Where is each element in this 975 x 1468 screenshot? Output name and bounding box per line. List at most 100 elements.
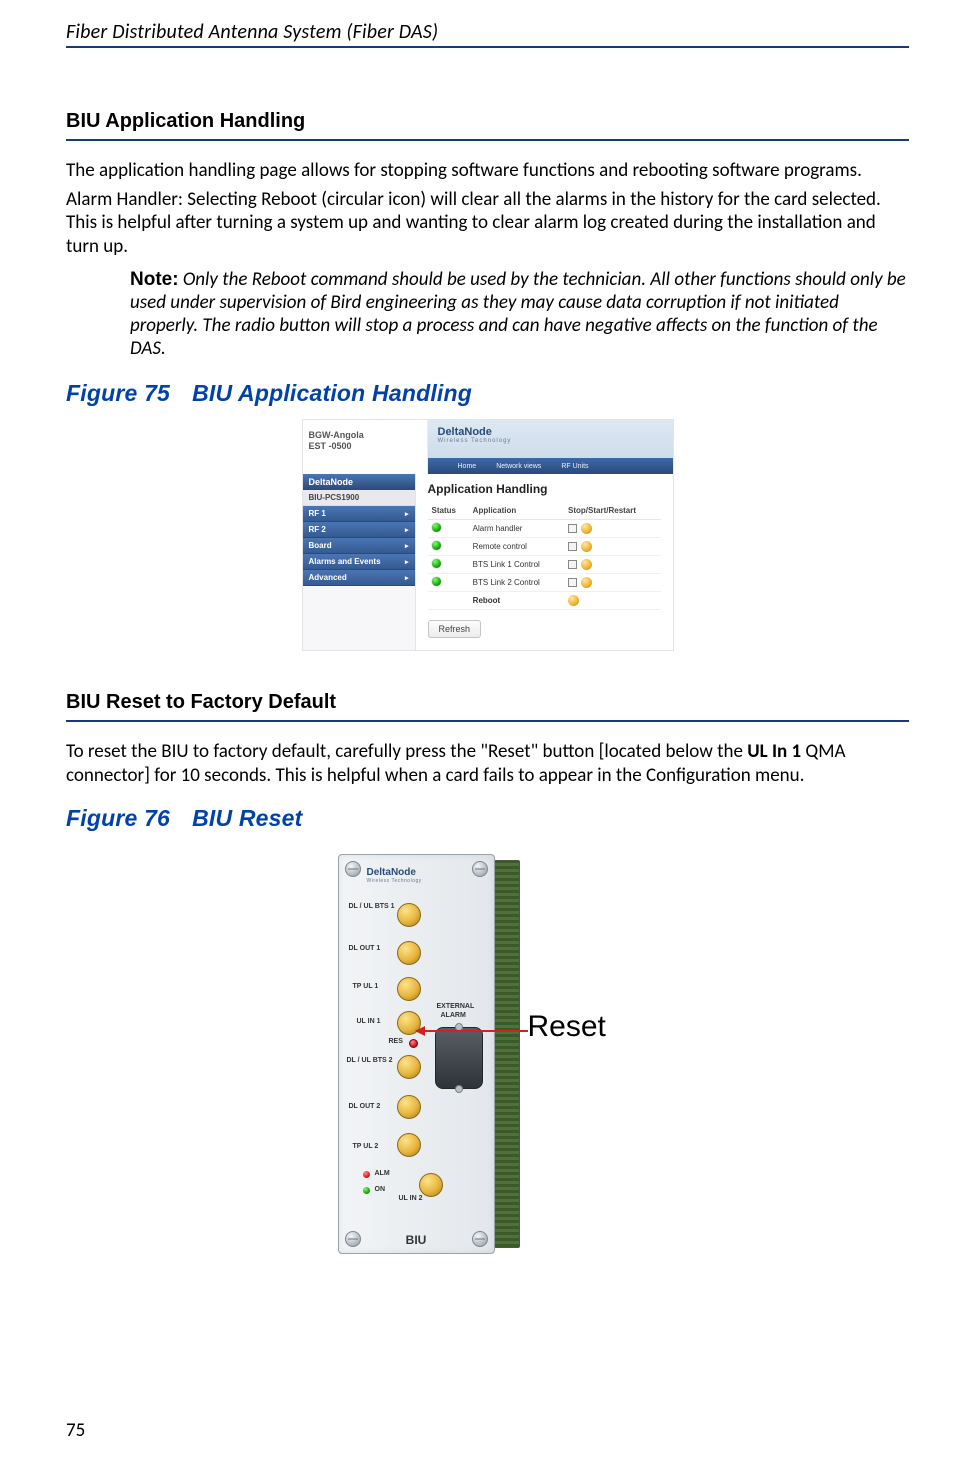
col-application: Application: [469, 504, 564, 520]
reboot-icon[interactable]: [568, 595, 579, 606]
stop-start-radio[interactable]: [568, 524, 577, 533]
app-name: BTS Link 2 Control: [469, 574, 564, 592]
port-label: TP UL 1: [353, 983, 379, 990]
restart-icon[interactable]: [581, 559, 592, 570]
tab-network-views[interactable]: Network views: [496, 463, 541, 470]
serial-connector: [435, 1027, 483, 1089]
figure-caption: BIU Reset: [192, 805, 302, 831]
section-heading-biu-app-handling: BIU Application Handling: [66, 110, 909, 141]
refresh-button[interactable]: Refresh: [428, 620, 482, 638]
restart-icon[interactable]: [581, 577, 592, 588]
app-name: Alarm handler: [469, 520, 564, 538]
port-label: DL / UL BTS 1: [349, 903, 395, 910]
sidebar-item-alarms[interactable]: Alarms and Events▸: [303, 554, 415, 570]
tab-home[interactable]: Home: [458, 463, 477, 470]
context-line: BGW-Angola: [309, 430, 421, 440]
context-info: BGW-Angola EST -0500: [303, 420, 428, 474]
chevron-right-icon: ▸: [405, 526, 409, 534]
bold-text: UL In 1: [747, 740, 801, 763]
callout-arrow: [416, 1030, 528, 1032]
port-label: RES: [389, 1038, 403, 1045]
status-led-icon: [432, 523, 441, 532]
sidebar-item-board[interactable]: Board ▸: [303, 538, 415, 554]
figure-caption: BIU Application Handling: [192, 380, 472, 406]
stop-start-radio[interactable]: [568, 542, 577, 551]
reboot-label: Reboot: [469, 592, 564, 610]
brand-sub: Wireless Technology: [367, 878, 422, 884]
stop-start-radio[interactable]: [568, 578, 577, 587]
biu-faceplate: DeltaNode Wireless Technology DL / UL BT…: [338, 854, 495, 1254]
reboot-row: Reboot: [428, 592, 661, 610]
tab-rf-units[interactable]: RF Units: [561, 463, 588, 470]
figure-76-title: Figure 76 BIU Reset: [66, 805, 909, 832]
status-led-icon: [432, 541, 441, 550]
sidebar-item-label: Advanced: [309, 573, 347, 582]
port-label: DL OUT 2: [349, 1103, 381, 1110]
stop-start-radio[interactable]: [568, 560, 577, 569]
screw-icon: [345, 861, 361, 877]
sidebar-item-label: Alarms and Events: [309, 557, 381, 566]
chevron-right-icon: ▸: [405, 574, 409, 582]
port-label: EXTERNAL: [437, 1003, 475, 1010]
col-controls: Stop/Start/Restart: [564, 504, 660, 520]
on-led-icon: [363, 1187, 370, 1194]
sidebar-item-advanced[interactable]: Advanced ▸: [303, 570, 415, 586]
sidebar-item-rf1[interactable]: RF 1 ▸: [303, 506, 415, 522]
figure-number: Figure 76: [66, 805, 170, 831]
chevron-right-icon: ▸: [405, 542, 409, 550]
app-screenshot: BGW-Angola EST -0500 DeltaNode Wireless …: [302, 419, 674, 651]
note-block: Note: Only the Reboot command should be …: [130, 268, 909, 361]
sma-port: [397, 977, 421, 1001]
paragraph: The application handling page allows for…: [66, 159, 909, 182]
sidebar-item-rf2[interactable]: RF 2 ▸: [303, 522, 415, 538]
panel-title: Application Handling: [428, 482, 661, 496]
sma-port: [397, 941, 421, 965]
port-label: DL / UL BTS 2: [347, 1057, 393, 1064]
paragraph: To reset the BIU to factory default, car…: [66, 740, 909, 786]
sidebar: DeltaNode BIU-PCS1900 RF 1▸ RF 2▸ Board▸…: [303, 474, 416, 650]
note-label: Note:: [130, 269, 179, 290]
brand-logo: DeltaNode Wireless Technology: [367, 867, 422, 884]
sidebar-item-label: RF 1: [309, 509, 326, 518]
brand-logo: DeltaNode Wireless Technology: [438, 426, 512, 444]
col-status: Status: [428, 504, 469, 520]
port-label: ON: [375, 1186, 386, 1193]
chevron-right-icon: ▸: [405, 510, 409, 518]
brand-sub: Wireless Technology: [438, 438, 512, 444]
sma-port: [397, 1133, 421, 1157]
port-label: ALM: [375, 1170, 390, 1177]
note-body: Only the Reboot command should be used b…: [130, 268, 906, 361]
sma-port: [419, 1173, 443, 1197]
restart-icon[interactable]: [581, 541, 592, 552]
main-panel: Application Handling Status Application …: [416, 474, 673, 650]
status-led-icon: [432, 559, 441, 568]
faceplate-footer: BIU: [339, 1233, 494, 1247]
biu-hardware-illustration: DeltaNode Wireless Technology DL / UL BT…: [278, 854, 698, 1274]
table-row: BTS Link 1 Control: [428, 556, 661, 574]
pcb-edge: [494, 860, 520, 1248]
figure-75-image: BGW-Angola EST -0500 DeltaNode Wireless …: [66, 419, 909, 651]
port-label: TP UL 2: [353, 1143, 379, 1150]
reset-callout-label: Reset: [528, 1010, 606, 1044]
figure-76-image: DeltaNode Wireless Technology DL / UL BT…: [66, 854, 909, 1274]
figure-number: Figure 75: [66, 380, 170, 406]
sidebar-item-label: Board: [309, 541, 332, 550]
table-row: Remote control: [428, 538, 661, 556]
restart-icon[interactable]: [581, 523, 592, 534]
sidebar-item-label: RF 2: [309, 525, 326, 534]
sma-port: [397, 1095, 421, 1119]
sidebar-selected[interactable]: BIU-PCS1900: [303, 490, 415, 506]
context-line: EST -0500: [309, 441, 421, 451]
text: To reset the BIU to factory default, car…: [66, 740, 747, 763]
app-table: Status Application Stop/Start/Restart Al…: [428, 504, 661, 610]
sma-port: [397, 1055, 421, 1079]
section-heading-biu-reset: BIU Reset to Factory Default: [66, 691, 909, 722]
port-label: UL IN 2: [399, 1195, 423, 1202]
running-header: Fiber Distributed Antenna System (Fiber …: [66, 20, 909, 48]
reset-pinhole: [409, 1039, 418, 1048]
port-label: ALARM: [441, 1012, 466, 1019]
port-label: UL IN 1: [357, 1018, 381, 1025]
brand-name: DeltaNode: [438, 426, 492, 438]
screw-icon: [472, 861, 488, 877]
alm-led-icon: [363, 1171, 370, 1178]
